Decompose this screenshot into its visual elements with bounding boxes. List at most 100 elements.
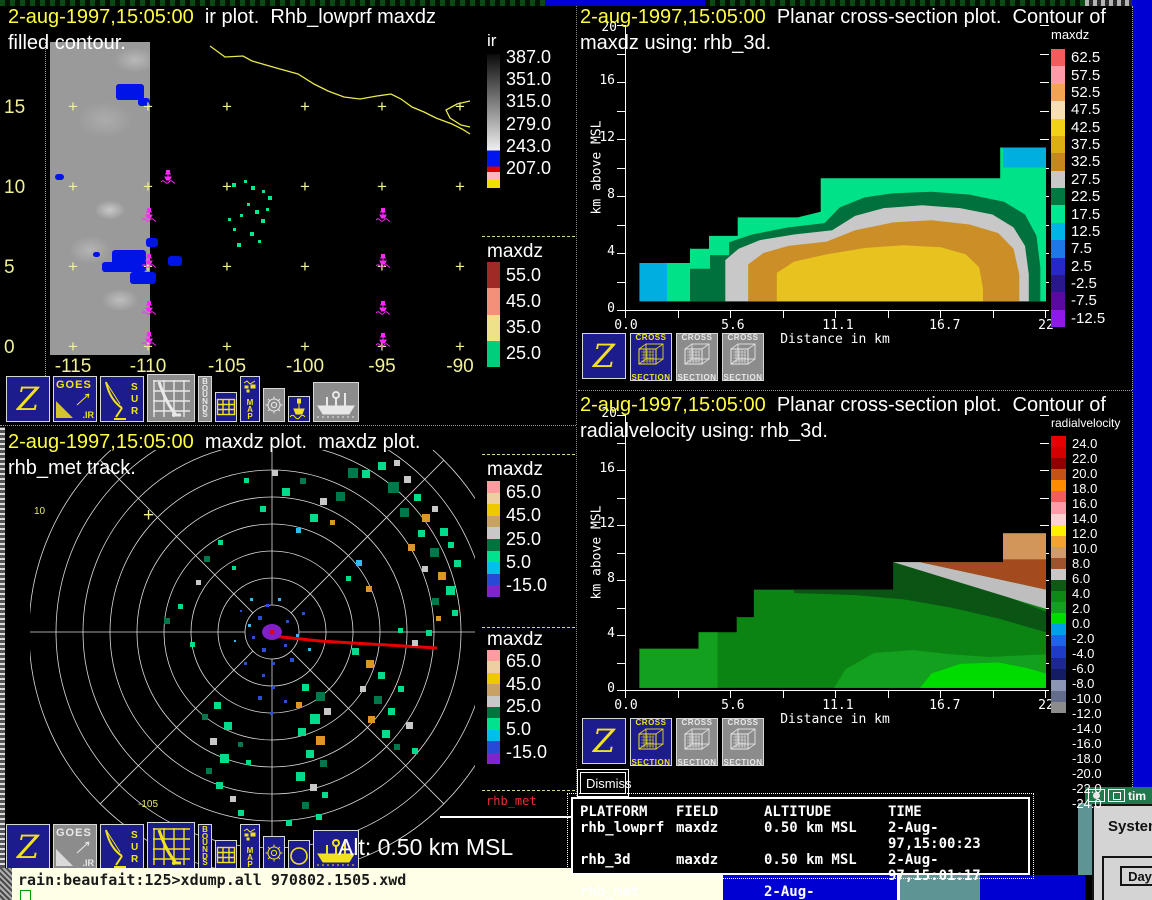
table-header: PLATFORM bbox=[580, 804, 676, 820]
radar-ppi-plot[interactable] bbox=[30, 450, 475, 870]
x-axis-title: Distance in km bbox=[765, 712, 905, 727]
contour-layers bbox=[626, 25, 1046, 310]
toolbar-button-map[interactable]: MAP bbox=[240, 376, 260, 422]
radar-echo bbox=[316, 692, 325, 701]
radar-echo bbox=[394, 460, 400, 466]
radar-echo bbox=[412, 748, 418, 754]
svg-text:R: R bbox=[131, 854, 139, 865]
radar-title-time: 2-aug-1997,15:05:00 bbox=[8, 431, 194, 453]
dismiss-button[interactable]: Dismiss bbox=[580, 772, 626, 794]
radar-echo bbox=[360, 686, 366, 692]
radar-echo bbox=[178, 604, 183, 609]
radar-echo bbox=[250, 598, 253, 601]
radar-echo bbox=[404, 476, 411, 483]
toolbar-button-bounds[interactable]: BOUNDS bbox=[198, 824, 212, 870]
radar-echo bbox=[204, 556, 210, 562]
radar-echo bbox=[266, 604, 269, 607]
y-tick bbox=[617, 310, 625, 311]
radar-cb-divider-2 bbox=[482, 627, 575, 628]
toolbar-button-radar-sur[interactable]: SUR bbox=[100, 824, 144, 870]
svg-text:S: S bbox=[131, 382, 138, 393]
toolbar-button-cross-section[interactable]: CROSS SECTION bbox=[630, 718, 672, 766]
radar-echo bbox=[418, 530, 425, 537]
table-header: TIME bbox=[888, 804, 1028, 820]
x-tick bbox=[940, 691, 941, 698]
toolbar-button-z-logo[interactable]: Z bbox=[6, 376, 50, 422]
toolbar-button-gear[interactable] bbox=[263, 836, 285, 870]
toolbar-button-ship[interactable] bbox=[313, 382, 359, 422]
toolbar-button-gear[interactable] bbox=[263, 388, 285, 422]
toolbar-button-small-grid[interactable] bbox=[215, 840, 237, 870]
radar-echo bbox=[426, 630, 432, 636]
toolbar-button-z-logo[interactable]: Z bbox=[582, 333, 626, 379]
radar-echo bbox=[214, 702, 221, 709]
map-y-tick-label: 5 bbox=[4, 257, 28, 279]
toolbar-button-z-logo[interactable]: Z bbox=[582, 718, 626, 764]
toolbar-button-grid-radar[interactable] bbox=[147, 374, 195, 422]
xsec-vel-title: 2-aug-1997,15:05:00 Planar cross-section… bbox=[580, 394, 1106, 417]
radar-echo bbox=[388, 482, 399, 493]
toolbar-button-cross-section[interactable]: CROSS SECTION bbox=[722, 333, 764, 381]
x-tick bbox=[993, 311, 994, 318]
colorbar-xsec-vel-labels: 24.022.020.018.016.014.012.010.08.06.04.… bbox=[1072, 436, 1144, 713]
radar-echo bbox=[298, 728, 306, 736]
toolbar-button-goes-ir[interactable]: GOES .IR bbox=[53, 376, 97, 422]
radar-echo bbox=[330, 520, 335, 525]
x-tick bbox=[1045, 311, 1046, 318]
x-tick bbox=[993, 691, 994, 698]
y-tick bbox=[617, 196, 625, 197]
x-tick bbox=[730, 691, 731, 698]
terminal-cursor bbox=[20, 890, 31, 900]
y-tick bbox=[617, 139, 625, 140]
table-header: FIELD bbox=[676, 804, 764, 820]
toolbar-button-map[interactable]: MAP bbox=[240, 824, 260, 870]
toolbar-button-bounds[interactable]: BOUNDS bbox=[198, 376, 212, 422]
toolbar-button-cross-section[interactable]: CROSS SECTION bbox=[630, 333, 672, 381]
x-tick bbox=[730, 311, 731, 318]
y-axis-title: km above MSL bbox=[590, 87, 605, 247]
xsec-vel-title-time: 2-aug-1997,15:05:00 bbox=[580, 394, 766, 416]
radar-echo bbox=[378, 672, 385, 679]
toolbar-button-z-logo[interactable]: Z bbox=[6, 824, 50, 870]
radar-echo bbox=[310, 714, 320, 724]
y-tick bbox=[617, 580, 625, 581]
radar-cb-divider-1 bbox=[482, 454, 575, 455]
toolbar-button-circle[interactable] bbox=[288, 840, 310, 870]
radar-echo bbox=[252, 636, 255, 639]
toolbar-button-goes-ir[interactable]: GOES .IR bbox=[53, 824, 97, 870]
radar-echo bbox=[244, 478, 249, 483]
radar-echo bbox=[346, 576, 351, 581]
toolbar-button-cross-section[interactable]: CROSS SECTION bbox=[722, 718, 764, 766]
radar-echo bbox=[290, 658, 294, 662]
toolbar-button-radar-sur[interactable]: SUR bbox=[100, 376, 144, 422]
radar-echo bbox=[272, 686, 275, 689]
radar-echo bbox=[190, 642, 195, 647]
radar-echo bbox=[300, 478, 306, 484]
toolbar-button-cross-section[interactable]: CROSS SECTION bbox=[676, 333, 718, 381]
radar-echo bbox=[232, 566, 236, 570]
x-tick bbox=[783, 691, 784, 698]
radar-echo bbox=[220, 754, 229, 763]
toolbar-button-small-grid[interactable] bbox=[215, 392, 237, 422]
radar-echo bbox=[322, 792, 328, 798]
alt-underline bbox=[440, 816, 574, 818]
colorbar-radar-2-title: maxdz bbox=[487, 629, 543, 651]
panel-divider-right bbox=[578, 390, 1132, 391]
radar-echo bbox=[272, 470, 278, 476]
x-tick-label: 5.6 bbox=[716, 318, 750, 333]
day-button[interactable]: Day bbox=[1120, 866, 1152, 886]
radar-echo bbox=[282, 488, 290, 496]
toolbar-button-buoy[interactable] bbox=[288, 396, 310, 422]
toolbar-button-cross-section[interactable]: CROSS SECTION bbox=[676, 718, 718, 766]
toolbar-button-grid-radar[interactable] bbox=[147, 822, 195, 870]
radar-bottom-label: -105 bbox=[138, 799, 158, 810]
radar-echo bbox=[432, 506, 438, 512]
radar-echo bbox=[366, 586, 372, 592]
y-tick-label: 0 bbox=[593, 301, 615, 316]
radar-echo bbox=[320, 760, 327, 767]
radar-echo bbox=[336, 492, 345, 501]
x-tick bbox=[625, 691, 626, 698]
radar-echo bbox=[302, 802, 309, 809]
radar-echo bbox=[258, 696, 262, 700]
radar-echo bbox=[382, 730, 390, 738]
